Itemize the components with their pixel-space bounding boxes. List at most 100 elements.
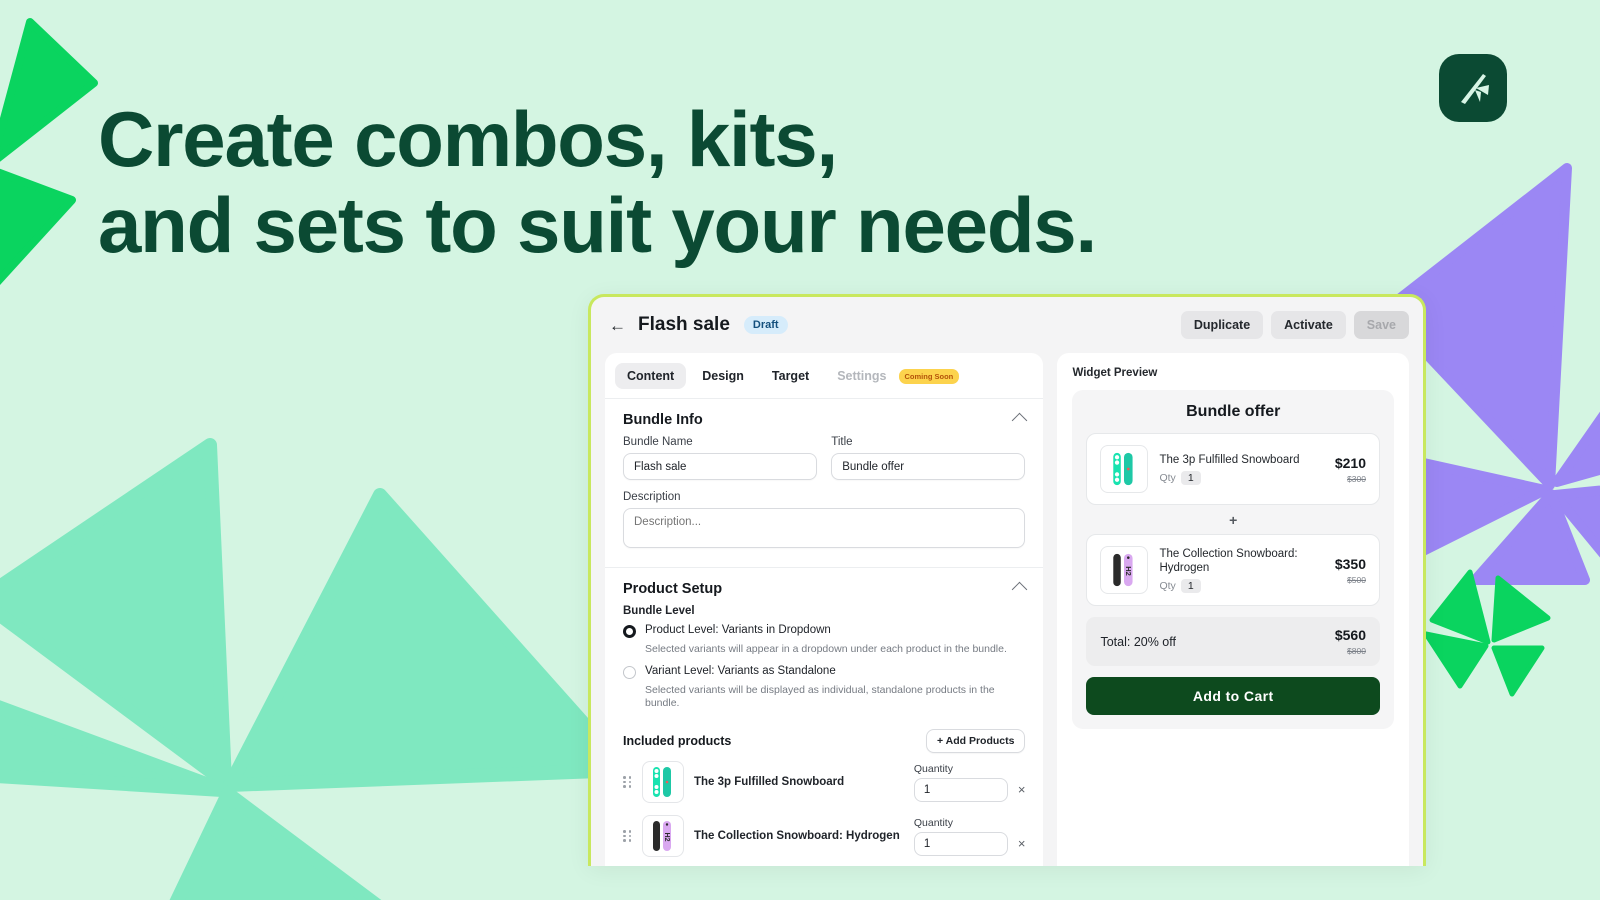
brand-logo	[1439, 54, 1507, 122]
widget-item-info: The 3p Fulfilled Snowboard Qty 1	[1159, 453, 1323, 485]
quantity-label: Quantity	[913, 762, 953, 775]
quantity-block: Quantity	[913, 762, 1008, 802]
chevron-up-icon[interactable]	[1012, 581, 1028, 597]
title-field: Title	[831, 436, 1026, 480]
bundle-name-label: Bundle Name	[623, 436, 693, 448]
tab-design[interactable]: Design	[690, 363, 756, 389]
green-pinwheel-bottom-right	[1423, 569, 1551, 697]
radio-variant-level-description: Selected variants will be displayed as i…	[645, 684, 995, 709]
price-current: $350	[1334, 555, 1366, 572]
teal-snowboard-thumbnail	[1113, 452, 1134, 486]
radio-product-level[interactable]	[623, 625, 636, 638]
teal-snowboard-thumbnail	[653, 767, 671, 797]
page-title: Flash sale	[638, 314, 730, 335]
bundle-info-fields: Bundle Name Title	[605, 436, 1043, 480]
radio-product-level-label: Product Level: Variants in Dropdown	[645, 624, 831, 636]
drag-handle-icon[interactable]	[623, 830, 632, 842]
svg-text:H2: H2	[1125, 566, 1134, 576]
tab-content[interactable]: Content	[615, 363, 687, 389]
add-to-cart-button[interactable]: Add to Cart	[1086, 677, 1380, 715]
product-setup-header: Product Setup	[605, 568, 1043, 605]
qty-label: Qty	[1159, 580, 1176, 592]
back-button[interactable]: ←	[609, 317, 628, 334]
remove-product-icon[interactable]: ×	[1018, 822, 1026, 851]
coming-soon-badge: Coming Soon	[898, 368, 960, 384]
status-badge: Draft	[743, 316, 788, 334]
widget-item-name: The 3p Fulfilled Snowboard	[1159, 454, 1300, 466]
product-thumbnail	[642, 761, 684, 803]
tab-target[interactable]: Target	[760, 363, 821, 389]
widget-title: Bundle offer	[1186, 403, 1281, 420]
widget-item-card: H2 The Collection Snowboard: Hydrogen Qt…	[1086, 534, 1380, 606]
qty-label: Qty	[1159, 472, 1176, 484]
included-product-row: H2 The Collection Snowboard: Hydrogen Qu…	[605, 813, 1043, 861]
total-price: $560	[1334, 627, 1366, 643]
app-topbar: ← Flash sale Draft Duplicate Activate Sa…	[591, 297, 1423, 353]
product-thumbnail	[1100, 445, 1149, 493]
widget-item-price: $210 $300	[1335, 455, 1366, 484]
green-pinwheel-top-left	[0, 18, 98, 285]
add-products-button[interactable]: + Add Products	[925, 729, 1026, 753]
widget-item-qty: Qty 1	[1159, 579, 1323, 593]
save-button[interactable]: Save	[1353, 311, 1409, 339]
widget-item-name: The Collection Snowboard: Hydrogen	[1159, 548, 1298, 574]
bundle-widget: Bundle offer The 3p Fulfilled Snowboard …	[1072, 390, 1394, 729]
quantity-input[interactable]	[913, 777, 1008, 802]
quantity-block: Quantity	[913, 816, 1008, 856]
preview-panel: Widget Preview Bundle offer The 3p Fulfi…	[1057, 353, 1409, 866]
description-field: Description	[605, 491, 1043, 553]
product-thumbnail: H2	[1100, 546, 1149, 594]
chevron-up-icon[interactable]	[1012, 412, 1028, 428]
product-name: The Collection Snowboard: Hydrogen	[694, 830, 900, 842]
product-thumbnail: H2	[642, 815, 684, 857]
quantity-label: Quantity	[913, 816, 953, 829]
qty-value: 1	[1180, 579, 1201, 593]
activate-button[interactable]: Activate	[1271, 311, 1346, 339]
qty-value: 1	[1180, 471, 1201, 485]
product-setup-heading: Product Setup	[623, 581, 723, 597]
svg-text:H2: H2	[663, 833, 670, 842]
app-body: Content Design Target Settings Coming So…	[591, 353, 1423, 866]
bundle-info-header: Bundle Info	[605, 399, 1043, 436]
plus-separator-icon: +	[1229, 512, 1238, 528]
hero-headline: Create combos, kits, and sets to suit yo…	[98, 95, 1097, 269]
purple-snowboard-thumbnail: H2	[653, 821, 671, 851]
description-input[interactable]	[623, 508, 1026, 548]
kite-logo-icon	[1461, 74, 1489, 104]
remove-product-icon[interactable]: ×	[1018, 768, 1026, 797]
total-compare-price: $800	[1347, 646, 1366, 656]
widget-item-card: The 3p Fulfilled Snowboard Qty 1 $210 $3…	[1086, 433, 1380, 505]
total-label: Total: 20% off	[1100, 634, 1176, 649]
topbar-actions: Duplicate Activate Save	[1180, 311, 1409, 339]
purple-snowboard-thumbnail: H2	[1113, 553, 1134, 587]
editor-panel: Content Design Target Settings Coming So…	[605, 353, 1044, 866]
bundle-level-option-variant[interactable]: Variant Level: Variants as Standalone	[605, 665, 1043, 679]
drag-handle-icon[interactable]	[623, 776, 632, 788]
price-current: $210	[1334, 454, 1366, 471]
price-compare: $300	[1347, 473, 1366, 484]
product-name: The 3p Fulfilled Snowboard	[694, 776, 845, 788]
total-price-block: $560 $800	[1335, 627, 1366, 656]
description-label: Description	[623, 491, 681, 503]
bundle-info-heading: Bundle Info	[623, 412, 703, 428]
radio-variant-level-label: Variant Level: Variants as Standalone	[645, 665, 836, 677]
price-compare: $500	[1347, 574, 1366, 585]
included-product-row: The 3p Fulfilled Snowboard Quantity ×	[605, 759, 1043, 807]
bundle-name-input[interactable]	[623, 453, 818, 480]
tab-bar: Content Design Target Settings Coming So…	[605, 353, 1044, 399]
bundle-name-field: Bundle Name	[623, 436, 818, 480]
title-input[interactable]	[831, 453, 1026, 480]
included-products-label: Included products	[623, 734, 732, 748]
mint-pinwheel-bottom-left	[0, 438, 632, 900]
duplicate-button[interactable]: Duplicate	[1180, 311, 1264, 339]
widget-item-price: $350 $500	[1335, 556, 1366, 585]
quantity-input[interactable]	[913, 831, 1008, 856]
app-window: ← Flash sale Draft Duplicate Activate Sa…	[588, 294, 1426, 866]
title-label: Title	[831, 436, 853, 448]
tab-settings[interactable]: Settings	[825, 363, 898, 389]
widget-preview-label: Widget Preview	[1072, 367, 1158, 379]
total-bar: Total: 20% off $560 $800	[1086, 617, 1380, 666]
radio-variant-level[interactable]	[623, 666, 636, 679]
hero-banner: Create combos, kits, and sets to suit yo…	[0, 0, 1600, 900]
bundle-level-option-product[interactable]: Product Level: Variants in Dropdown	[605, 624, 1043, 638]
